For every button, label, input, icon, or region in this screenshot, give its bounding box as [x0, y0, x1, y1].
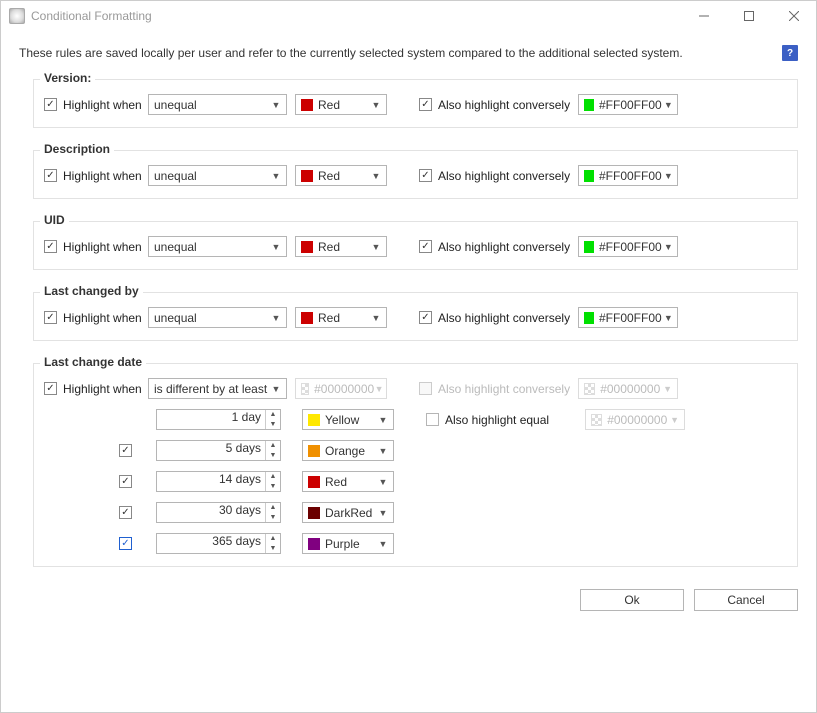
- also-conversely-label: Also highlight conversely: [438, 98, 570, 112]
- chevron-up-icon[interactable]: ▲: [266, 534, 280, 544]
- group-change-date: Last change date Highlight when is diffe…: [33, 363, 798, 567]
- description-highlight-checkbox[interactable]: [44, 169, 57, 182]
- chevron-down-icon: ▼: [268, 313, 284, 323]
- page-description: These rules are saved locally per user a…: [19, 46, 683, 60]
- chevron-down-icon: ▼: [368, 313, 384, 323]
- window-title: Conditional Formatting: [31, 9, 681, 23]
- date-highlight-checkbox[interactable]: [44, 382, 57, 395]
- group-uid: UID Highlight when unequal▼ Red▼: [33, 221, 798, 270]
- chevron-down-icon: ▼: [368, 171, 384, 181]
- chevron-down-icon: ▼: [268, 384, 284, 394]
- date-color-1-select[interactable]: Yellow▼: [302, 409, 394, 430]
- date-conversely-checkbox: [419, 382, 432, 395]
- chevron-down-icon: ▼: [667, 415, 682, 425]
- changedby-highlight-checkbox[interactable]: [44, 311, 57, 324]
- chevron-down-icon: ▼: [662, 100, 675, 110]
- changedby-conversely-checkbox[interactable]: [419, 311, 432, 324]
- chevron-down-icon[interactable]: ▼: [266, 451, 280, 461]
- chevron-down-icon: ▼: [368, 242, 384, 252]
- uid-condition-select[interactable]: unequal▼: [148, 236, 287, 257]
- maximize-button[interactable]: [726, 1, 771, 31]
- changedby-color-select[interactable]: Red▼: [295, 307, 387, 328]
- version-highlight-checkbox[interactable]: [44, 98, 57, 111]
- cancel-button[interactable]: Cancel: [694, 589, 798, 611]
- chevron-down-icon: ▼: [268, 242, 284, 252]
- chevron-down-icon[interactable]: ▼: [266, 544, 280, 554]
- chevron-down-icon: ▼: [268, 100, 284, 110]
- chevron-down-icon[interactable]: ▼: [266, 482, 280, 492]
- minimize-button[interactable]: [681, 1, 726, 31]
- group-changed-by: Last changed by Highlight when unequal▼ …: [33, 292, 798, 341]
- group-uid-label: UID: [40, 213, 69, 227]
- date-threshold-2-stepper[interactable]: 5 days ▲▼: [156, 440, 281, 461]
- group-version-label: Version:: [40, 71, 95, 85]
- date-color-2-select[interactable]: Orange▼: [302, 440, 394, 461]
- chevron-down-icon: ▼: [375, 446, 391, 456]
- date-conversely-color-disabled: #00000000▼: [578, 378, 678, 399]
- ok-button[interactable]: Ok: [580, 589, 684, 611]
- version-condition-select[interactable]: unequal▼: [148, 94, 287, 115]
- help-icon[interactable]: ?: [782, 45, 798, 61]
- chevron-down-icon[interactable]: ▼: [266, 513, 280, 523]
- date-threshold-3-checkbox[interactable]: [119, 475, 132, 488]
- chevron-up-icon[interactable]: ▲: [266, 410, 280, 420]
- date-equal-color-disabled: #00000000▼: [585, 409, 685, 430]
- description-condition-select[interactable]: unequal▼: [148, 165, 287, 186]
- chevron-down-icon: ▼: [660, 384, 675, 394]
- close-button[interactable]: [771, 1, 816, 31]
- group-description: Description Highlight when unequal▼ Red▼: [33, 150, 798, 199]
- chevron-down-icon: ▼: [368, 100, 384, 110]
- date-threshold-5-checkbox[interactable]: [119, 537, 132, 550]
- changedby-conversely-color-select[interactable]: #FF00FF00▼: [578, 307, 678, 328]
- date-color-select-disabled: #00000000▼: [295, 378, 387, 399]
- transparent-swatch-icon: [584, 383, 595, 395]
- chevron-up-icon[interactable]: ▲: [266, 441, 280, 451]
- group-change-date-label: Last change date: [40, 355, 146, 369]
- chevron-up-icon[interactable]: ▲: [266, 472, 280, 482]
- transparent-swatch-icon: [301, 383, 309, 395]
- chevron-down-icon: ▼: [374, 384, 384, 394]
- description-color-select[interactable]: Red▼: [295, 165, 387, 186]
- chevron-down-icon: ▼: [375, 539, 391, 549]
- chevron-down-icon: ▼: [662, 171, 675, 181]
- titlebar: Conditional Formatting: [1, 1, 816, 31]
- date-threshold-1-stepper[interactable]: 1 day ▲▼: [156, 409, 281, 430]
- chevron-down-icon: ▼: [375, 415, 391, 425]
- date-threshold-3-stepper[interactable]: 14 days ▲▼: [156, 471, 281, 492]
- uid-conversely-color-select[interactable]: #FF00FF00▼: [578, 236, 678, 257]
- date-threshold-4-checkbox[interactable]: [119, 506, 132, 519]
- highlight-when-label: Highlight when: [63, 98, 142, 112]
- date-color-3-select[interactable]: Red▼: [302, 471, 394, 492]
- date-also-equal-checkbox[interactable]: [426, 413, 439, 426]
- chevron-down-icon: ▼: [375, 477, 391, 487]
- date-threshold-2-checkbox[interactable]: [119, 444, 132, 457]
- date-color-5-select[interactable]: Purple▼: [302, 533, 394, 554]
- version-conversely-color-select[interactable]: #FF00FF00▼: [578, 94, 678, 115]
- chevron-down-icon: ▼: [662, 313, 675, 323]
- description-conversely-checkbox[interactable]: [419, 169, 432, 182]
- color-swatch-red: [301, 99, 313, 111]
- transparent-swatch-icon: [591, 414, 602, 426]
- chevron-up-icon[interactable]: ▲: [266, 503, 280, 513]
- chevron-down-icon: ▼: [375, 508, 391, 518]
- changedby-condition-select[interactable]: unequal▼: [148, 307, 287, 328]
- uid-highlight-checkbox[interactable]: [44, 240, 57, 253]
- uid-conversely-checkbox[interactable]: [419, 240, 432, 253]
- app-icon: [9, 8, 25, 24]
- date-color-4-select[interactable]: DarkRed▼: [302, 502, 394, 523]
- date-threshold-5-stepper[interactable]: 365 days ▲▼: [156, 533, 281, 554]
- group-description-label: Description: [40, 142, 114, 156]
- version-color-select[interactable]: Red▼: [295, 94, 387, 115]
- version-conversely-checkbox[interactable]: [419, 98, 432, 111]
- chevron-down-icon: ▼: [662, 242, 675, 252]
- date-threshold-4-stepper[interactable]: 30 days ▲▼: [156, 502, 281, 523]
- chevron-down-icon: ▼: [268, 171, 284, 181]
- group-version: Version: Highlight when unequal▼ Red▼: [33, 79, 798, 128]
- description-conversely-color-select[interactable]: #FF00FF00▼: [578, 165, 678, 186]
- uid-color-select[interactable]: Red▼: [295, 236, 387, 257]
- group-changed-by-label: Last changed by: [40, 284, 143, 298]
- chevron-down-icon[interactable]: ▼: [266, 420, 280, 430]
- color-swatch-green: [584, 99, 594, 111]
- date-condition-select[interactable]: is different by at least▼: [148, 378, 287, 399]
